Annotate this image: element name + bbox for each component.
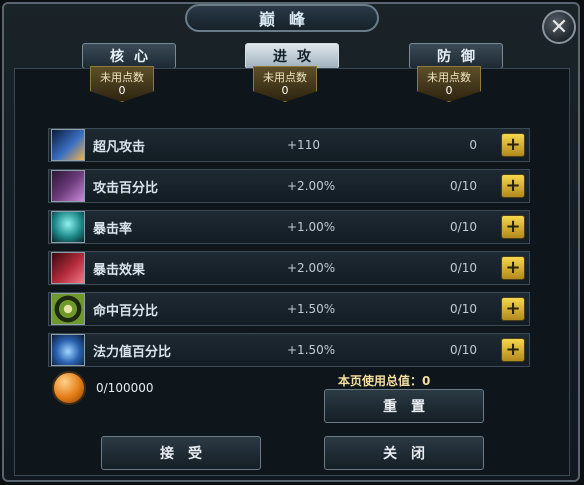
close-dialog-button[interactable]: 关闭: [324, 436, 484, 470]
unused-points-label: 未用点数: [263, 71, 307, 84]
target-icon: [51, 293, 85, 325]
stat-row: 暴击率 +1.00% 0/10 +: [48, 210, 530, 244]
stat-row: 命中百分比 +1.50% 0/10 +: [48, 292, 530, 326]
stat-count: 0/10: [450, 302, 477, 316]
stat-count: 0: [469, 138, 477, 152]
stat-bonus: +110: [287, 138, 320, 152]
orb-icon: [52, 371, 86, 405]
tab-attack[interactable]: 进攻: [245, 43, 339, 69]
stat-name: 命中百分比: [93, 303, 159, 319]
stat-bonus: +2.00%: [287, 261, 336, 275]
add-point-button[interactable]: +: [501, 133, 525, 157]
stat-row: 法力值百分比 +1.50% 0/10 +: [48, 333, 530, 367]
heart-icon: [51, 334, 85, 366]
stat-name: 暴击率: [93, 221, 133, 237]
stat-name: 法力值百分比: [93, 344, 172, 360]
stat-bonus: +1.00%: [287, 220, 336, 234]
stat-bonus: +1.50%: [287, 302, 336, 316]
claw-icon: [51, 170, 85, 202]
unused-points-label: 未用点数: [100, 71, 144, 84]
stat-name: 攻击百分比: [93, 180, 159, 196]
stat-row: 超凡攻击 +110 0 +: [48, 128, 530, 162]
add-point-button[interactable]: +: [501, 256, 525, 280]
accept-button[interactable]: 接受: [101, 436, 261, 470]
stat-row: 攻击百分比 +2.00% 0/10 +: [48, 169, 530, 203]
sword-icon: [51, 129, 85, 161]
tab-defense[interactable]: 防御: [409, 43, 503, 69]
slash-icon: [51, 252, 85, 284]
add-point-button[interactable]: +: [501, 215, 525, 239]
stat-count: 0/10: [450, 261, 477, 275]
stat-count: 0/10: [450, 220, 477, 234]
close-button[interactable]: ✕: [542, 10, 576, 44]
reset-button[interactable]: 重置: [324, 389, 484, 423]
stat-bonus: +1.50%: [287, 343, 336, 357]
currency-value: 0/100000: [96, 381, 154, 395]
spirit-icon: [51, 211, 85, 243]
unused-points-label: 未用点数: [427, 71, 471, 84]
stat-count: 0/10: [450, 343, 477, 357]
window-title: 巅峰: [185, 4, 379, 32]
stat-name: 超凡攻击: [93, 139, 146, 155]
tab-core[interactable]: 核心: [82, 43, 176, 69]
page-total-used: 本页使用总值：0: [338, 374, 431, 388]
close-icon: ✕: [549, 14, 569, 40]
stat-row: 暴击效果 +2.00% 0/10 +: [48, 251, 530, 285]
add-point-button[interactable]: +: [501, 338, 525, 362]
add-point-button[interactable]: +: [501, 297, 525, 321]
stat-count: 0/10: [450, 179, 477, 193]
stat-bonus: +2.00%: [287, 179, 336, 193]
stat-name: 暴击效果: [93, 262, 146, 278]
add-point-button[interactable]: +: [501, 174, 525, 198]
